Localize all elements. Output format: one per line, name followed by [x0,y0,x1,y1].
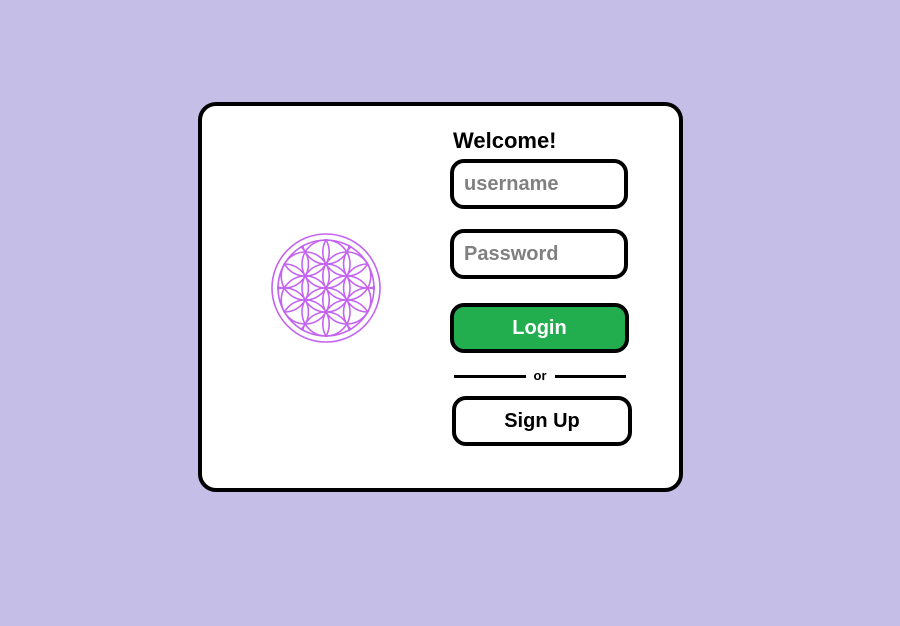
divider-line-right [554,374,626,378]
password-input[interactable] [450,229,628,279]
login-card: Welcome! Login or Sign Up [198,102,683,492]
login-button[interactable]: Login [450,303,629,353]
username-input[interactable] [450,159,628,209]
or-divider: or [454,368,626,384]
divider-line-left [454,374,526,378]
signup-button[interactable]: Sign Up [452,396,632,446]
divider-text: or [533,368,547,383]
welcome-title: Welcome! [453,128,557,153]
flower-of-life-icon [271,233,381,343]
